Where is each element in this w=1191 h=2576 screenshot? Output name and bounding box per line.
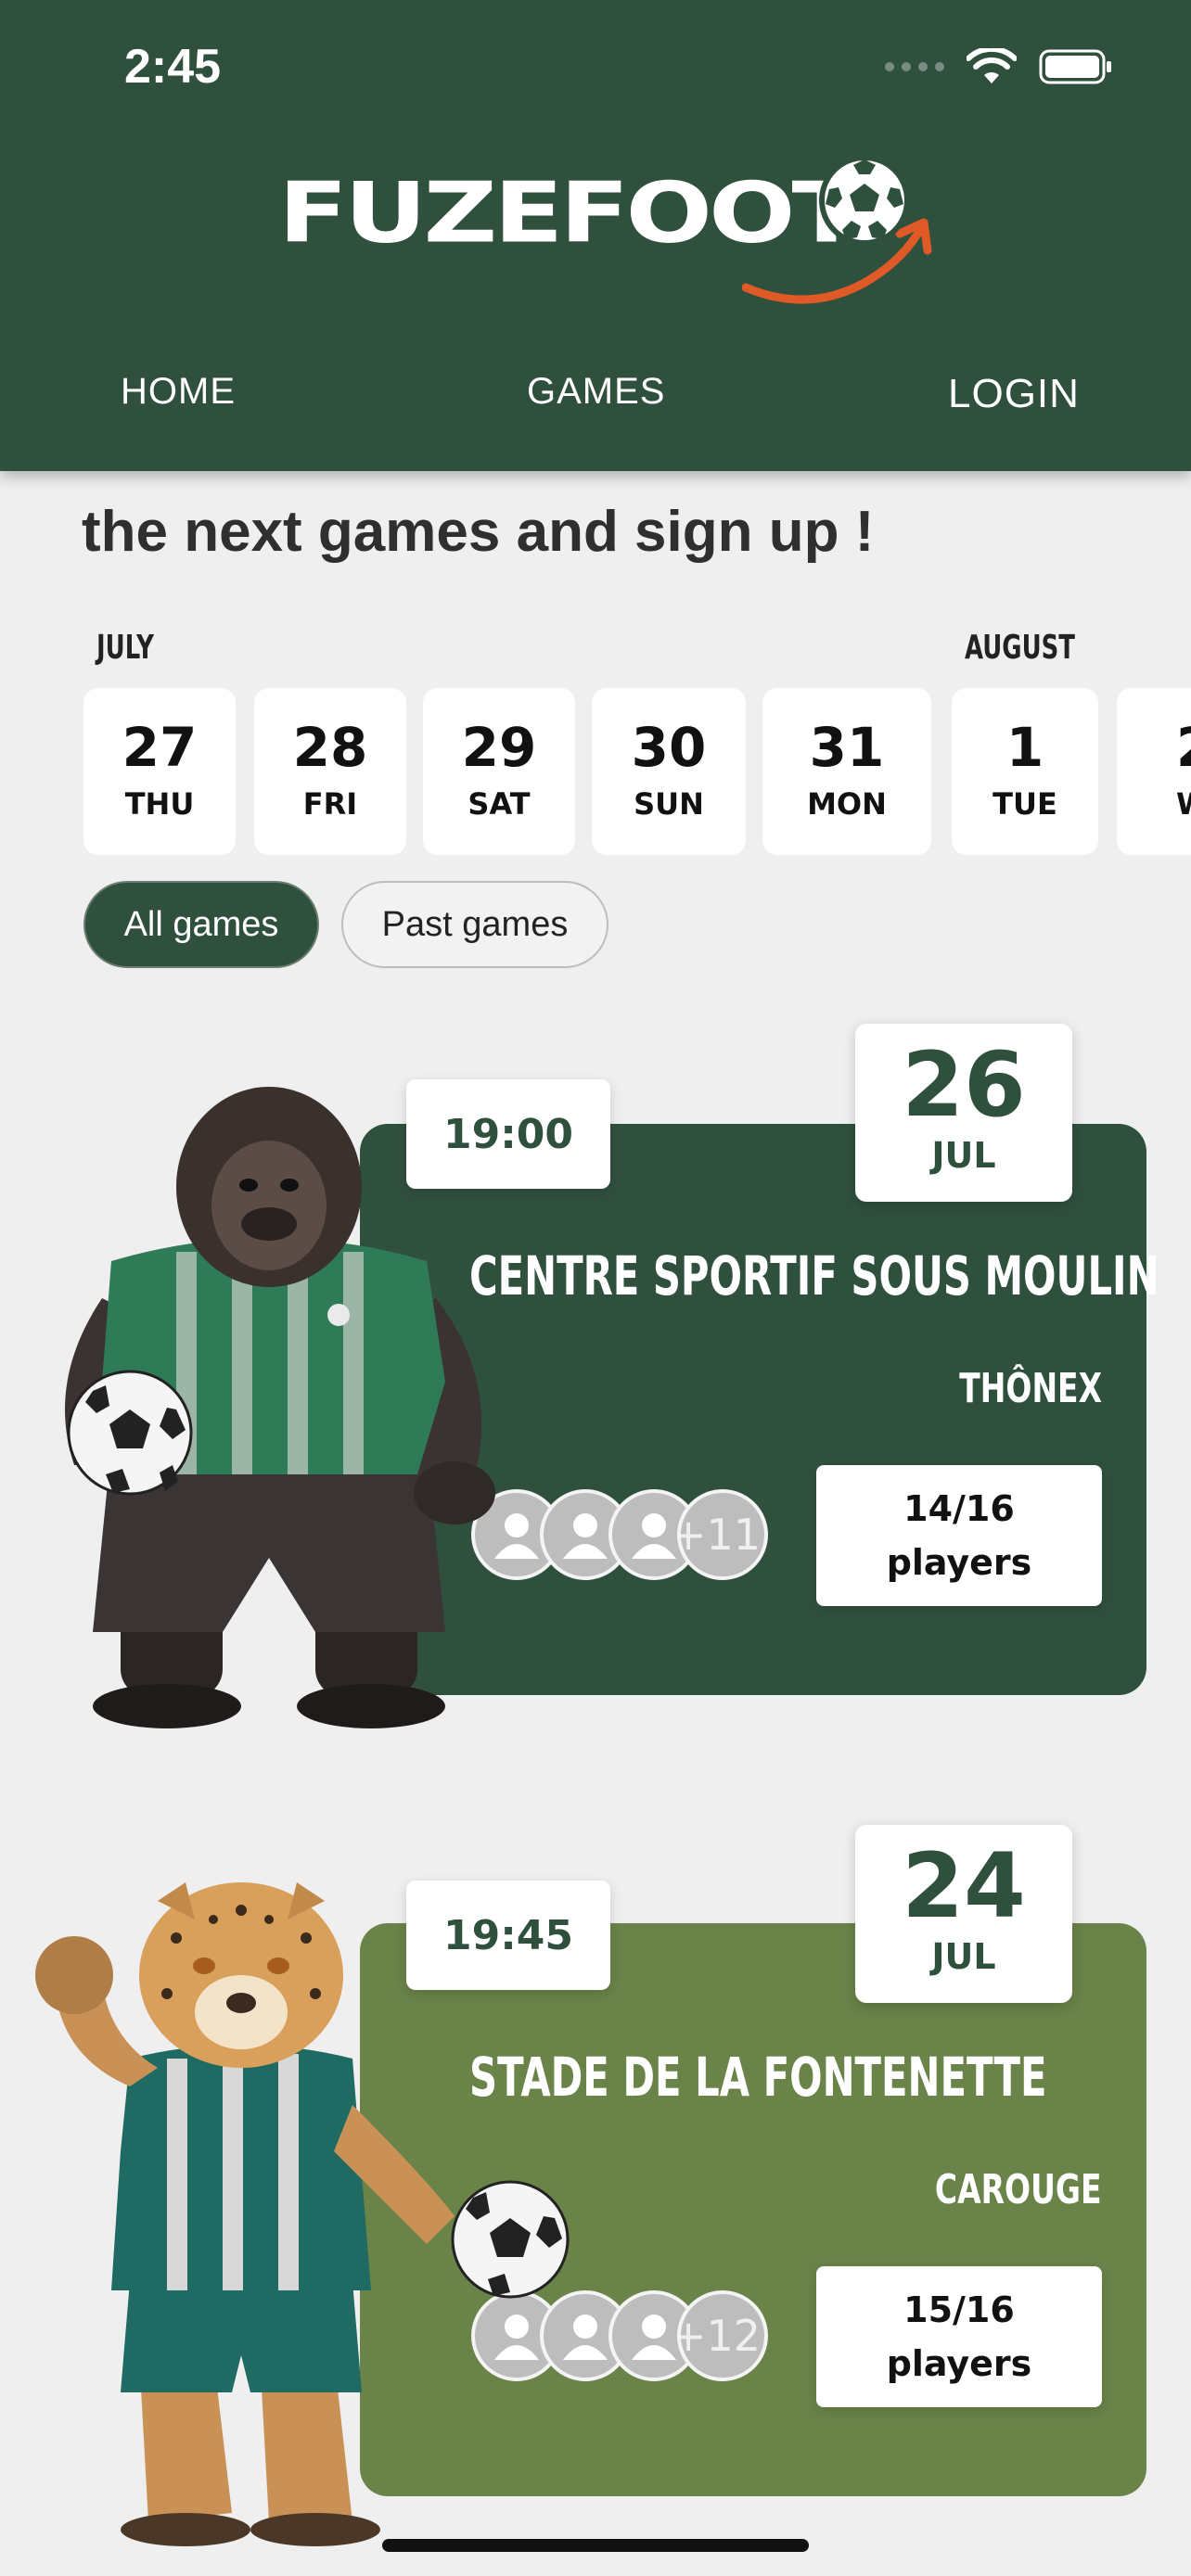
- signal-icon: [885, 62, 944, 71]
- date-card[interactable]: 29 SAT: [423, 688, 575, 855]
- extra-players-count: +11: [677, 1489, 768, 1580]
- date-card[interactable]: 30 SUN: [592, 688, 746, 855]
- date-weekday: MON: [807, 786, 887, 822]
- month-label-august: AUGUST: [965, 629, 1075, 667]
- fuzefoot-logo[interactable]: FUZEFOOT: [278, 148, 932, 304]
- date-card[interactable]: 28 FRI: [254, 688, 406, 855]
- date-card[interactable]: 2 W: [1117, 688, 1191, 855]
- game-date-day: 26: [902, 1033, 1026, 1137]
- players-count[interactable]: 15/16 players: [816, 2266, 1102, 2407]
- jaguar-mascot: [35, 1882, 570, 2546]
- app-header: 2:45 FUZEFOOT HOME GAMES LOGIN: [0, 0, 1191, 471]
- extra-players-count: +12: [677, 2290, 768, 2381]
- game-date-month: JUL: [931, 1936, 996, 1977]
- game-venue: CENTRE SPORTIF SOUS MOULIN: [469, 1244, 1159, 1307]
- date-day: 1: [1005, 716, 1044, 779]
- date-card[interactable]: 27 THU: [83, 688, 236, 855]
- game-date-month: JUL: [931, 1135, 996, 1176]
- date-weekday: W: [1176, 786, 1191, 822]
- date-day: 28: [292, 716, 368, 779]
- page-headline: the next games and sign up !: [82, 500, 875, 564]
- person-icon: [563, 1513, 608, 1559]
- game-date-badge: 26 JUL: [855, 1024, 1072, 1202]
- date-day: 2: [1176, 716, 1191, 779]
- all-games-button[interactable]: All games: [83, 881, 319, 968]
- game-city: THÔNEX: [959, 1365, 1102, 1412]
- nav-games[interactable]: GAMES: [527, 371, 665, 413]
- person-icon: [632, 1513, 676, 1559]
- players-count[interactable]: 14/16 players: [816, 1465, 1102, 1606]
- date-day: 30: [631, 716, 707, 779]
- status-time: 2:45: [124, 40, 222, 94]
- battery-icon: [1039, 49, 1111, 84]
- date-weekday: TUE: [992, 786, 1057, 822]
- game-date-badge: 24 JUL: [855, 1825, 1072, 2003]
- date-weekday: THU: [124, 786, 195, 822]
- game-date-day: 24: [902, 1834, 1026, 1938]
- nav-home[interactable]: HOME: [121, 371, 236, 413]
- past-games-button[interactable]: Past games: [341, 881, 608, 968]
- players-count-label: players: [886, 2343, 1032, 2384]
- month-label-july: JULY: [96, 629, 154, 667]
- status-icons: [885, 46, 1113, 87]
- date-weekday: SAT: [467, 786, 531, 822]
- date-weekday: FRI: [302, 786, 358, 822]
- wifi-icon: [967, 48, 1017, 83]
- date-day: 31: [809, 716, 885, 779]
- person-icon: [632, 2315, 676, 2360]
- gorilla-mascot: [65, 1087, 495, 1728]
- players-count-label: players: [886, 1542, 1032, 1583]
- date-card[interactable]: 31 MON: [762, 688, 931, 855]
- date-weekday: SUN: [634, 786, 704, 822]
- players-count-value: 15/16: [903, 2289, 1015, 2330]
- date-card[interactable]: 1 TUE: [952, 688, 1098, 855]
- main-nav: HOME GAMES LOGIN: [0, 371, 1191, 427]
- soccer-ball-icon: [819, 155, 910, 246]
- players-count-value: 14/16: [903, 1488, 1015, 1529]
- nav-login[interactable]: LOGIN: [948, 371, 1080, 417]
- game-city: CAROUGE: [935, 2166, 1102, 2213]
- date-day: 27: [122, 716, 198, 779]
- date-day: 29: [461, 716, 537, 779]
